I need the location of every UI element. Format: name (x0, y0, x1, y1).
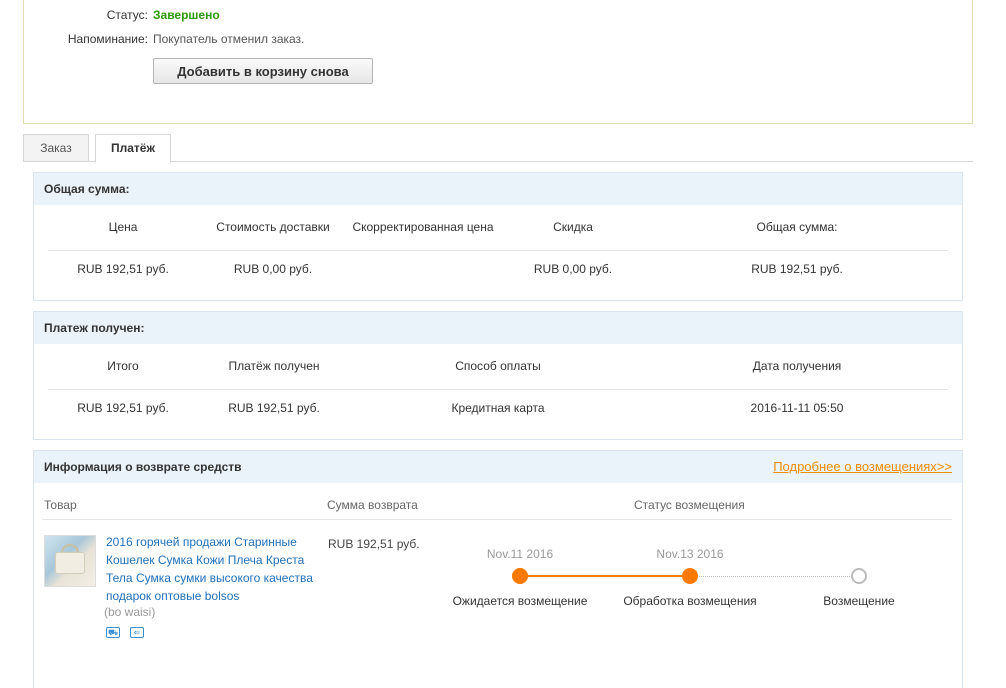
tab-payment[interactable]: Платёж (95, 134, 171, 163)
reminder-value: Покупатель отменил заказ. (153, 32, 305, 46)
value-price: RUB 192,51 руб. (77, 262, 169, 276)
panel-title: Общая сумма: (34, 173, 962, 205)
add-to-cart-again-button[interactable]: Добавить в корзину снова (153, 58, 373, 84)
refund-info-panel: Информация о возврате средств Подробнее … (33, 450, 963, 688)
step-dot-done (682, 568, 698, 584)
refund-title: Информация о возврате средств (44, 460, 242, 474)
progress-line-done (520, 575, 690, 577)
col-discount: Скидка (553, 220, 593, 234)
value-payment-received: RUB 192,51 руб. (228, 401, 320, 415)
status-value: Завершено (153, 8, 220, 22)
value-total: RUB 192,51 руб. (751, 262, 843, 276)
col-refund-status: Статус возмещения (634, 498, 745, 512)
step-label-refunded: Возмещение (823, 594, 895, 608)
value-shipping: RUB 0,00 руб. (233, 262, 313, 276)
progress-line-pending (690, 576, 860, 577)
shipping-icon[interactable]: ⛟ (106, 627, 120, 638)
detail-tabs: Заказ Платёж (23, 134, 973, 163)
total-amount-panel: Общая сумма: Цена Стоимость доставки Ско… (33, 172, 963, 301)
panel-title: Информация о возврате средств Подробнее … (34, 451, 962, 483)
col-refund-amount: Сумма возврата (327, 498, 418, 512)
return-icon[interactable]: ⇐ (130, 627, 144, 638)
tab-order[interactable]: Заказ (23, 134, 89, 162)
step-label-awaiting: Ожидается возмещение (452, 594, 588, 608)
step-label-processing: Обработка возмещения (623, 594, 757, 608)
divider (48, 250, 948, 251)
step-date: Nov.13 2016 (656, 547, 724, 561)
col-received-date: Дата получения (752, 359, 842, 373)
col-product: Товар (44, 498, 77, 512)
product-seller: (bo waisi) (104, 605, 156, 619)
col-total: Общая сумма: (756, 220, 838, 234)
value-subtotal: RUB 192,51 руб. (77, 401, 169, 415)
step-date: Nov.11 2016 (486, 547, 554, 561)
payment-received-panel: Платеж получен: Итого Платёж получен Спо… (33, 311, 963, 440)
col-payment-received: Платёж получен (228, 359, 320, 373)
order-status-box: Статус: Завершено Напоминание: Покупател… (23, 0, 973, 124)
value-payment-method: Кредитная карта (451, 401, 545, 415)
step-dot-pending (851, 568, 867, 584)
value-discount: RUB 0,00 руб. (533, 262, 613, 276)
col-shipping: Стоимость доставки (216, 220, 330, 234)
divider (48, 389, 948, 390)
panel-title: Платеж получен: (34, 312, 962, 344)
refund-details-link[interactable]: Подробнее о возмещениях>> (773, 451, 952, 483)
col-price: Цена (108, 220, 138, 234)
product-thumbnail[interactable] (44, 535, 96, 587)
col-payment-method: Способ оплаты (455, 359, 541, 373)
step-dot-done (512, 568, 528, 584)
product-title-link[interactable]: 2016 горячей продажи Старинные Кошелек С… (106, 533, 326, 605)
value-received-date: 2016-11-11 05:50 (750, 401, 844, 415)
col-adjusted-price: Скорректированная цена (352, 220, 494, 234)
refund-amount: RUB 192,51 руб. (328, 537, 420, 551)
divider (42, 519, 952, 520)
col-subtotal: Итого (107, 359, 139, 373)
